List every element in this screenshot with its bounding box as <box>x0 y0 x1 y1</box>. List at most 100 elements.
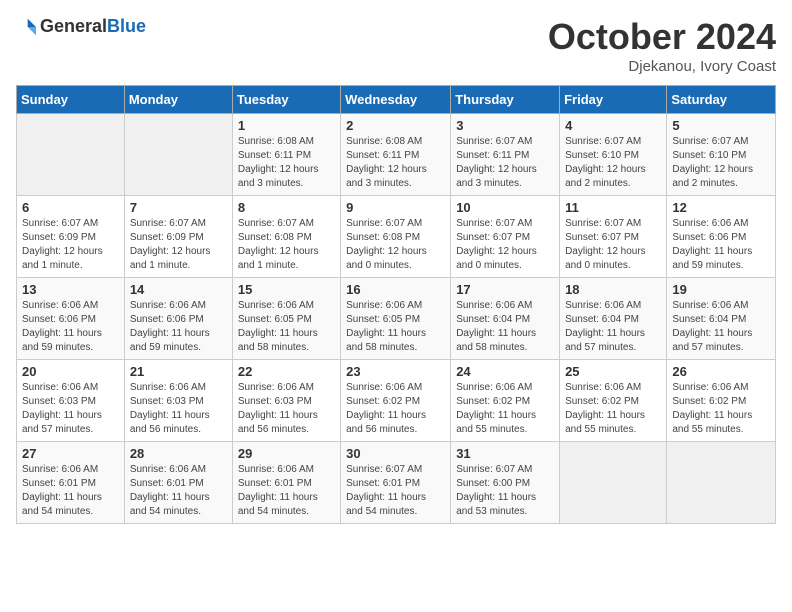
calendar-cell: 3 Sunrise: 6:07 AMSunset: 6:11 PMDaylight… <box>451 114 560 196</box>
day-number: 7 <box>130 200 227 215</box>
calendar-cell: 24 Sunrise: 6:06 AMSunset: 6:02 PMDayligh… <box>451 360 560 442</box>
calendar-cell: 6Sunrise: 6:07 AMSunset: 6:09 PMDaylight… <box>17 196 125 278</box>
day-detail: Sunrise: 6:06 AMSunset: 6:04 PMDaylight:… <box>672 299 770 355</box>
day-number: 26 <box>672 364 770 379</box>
header-day: Friday <box>560 86 667 114</box>
calendar-cell <box>560 442 667 524</box>
logo-general: General <box>40 16 107 36</box>
day-number: 14 <box>130 282 227 297</box>
day-detail: Sunrise: 6:06 AMSunset: 6:02 PMDaylight:… <box>672 381 770 437</box>
day-detail: Sunrise: 6:06 AMSunset: 6:04 PMDaylight:… <box>456 299 554 355</box>
day-number: 2 <box>346 118 445 133</box>
day-detail: Sunrise: 6:07 AMSunset: 6:07 PMDaylight:… <box>565 217 661 273</box>
day-number: 9 <box>346 200 445 215</box>
calendar-week: 6 Sunrise: 6:07 AMSunset: 6:09 PMDaylight… <box>17 196 776 278</box>
day-number: 24 <box>456 364 554 379</box>
calendar-cell: 25 Sunrise: 6:06 AMSunset: 6:02 PMDayligh… <box>560 360 667 442</box>
calendar-cell: 28Sunrise: 6:06 AMSunset: 6:01 PMDayligh… <box>124 442 232 524</box>
calendar-cell: 7 Sunrise: 6:07 AMSunset: 6:09 PMDaylight… <box>124 196 232 278</box>
day-detail: Sunrise: 6:06 AMSunset: 6:01 PMDaylight:… <box>238 463 335 519</box>
day-number: 17 <box>456 282 554 297</box>
calendar-cell: 14 Sunrise: 6:06 AMSunset: 6:06 PMDayligh… <box>124 278 232 360</box>
calendar-cell: 10 Sunrise: 6:07 AMSunset: 6:07 PMDayligh… <box>451 196 560 278</box>
day-detail: Sunrise: 6:07 AMSunset: 6:10 PMDaylight:… <box>672 135 770 191</box>
day-number: 30 <box>346 446 445 461</box>
day-number: 8 <box>238 200 335 215</box>
title-block: October 2024 Djekanou, Ivory Coast <box>548 16 776 75</box>
day-number: 20 <box>22 364 119 379</box>
day-number: 27 <box>22 446 119 461</box>
day-number: 16 <box>346 282 445 297</box>
day-detail: Sunrise: 6:08 AMSunset: 6:11 PMDaylight:… <box>238 135 335 191</box>
calendar-cell: 17 Sunrise: 6:06 AMSunset: 6:04 PMDayligh… <box>451 278 560 360</box>
header-day: Wednesday <box>341 86 451 114</box>
day-number: 23 <box>346 364 445 379</box>
day-detail: Sunrise: 6:08 AMSunset: 6:11 PMDaylight:… <box>346 135 445 191</box>
day-number: 5 <box>672 118 770 133</box>
calendar-table: SundayMondayTuesdayWednesdayThursdayFrid… <box>16 85 776 524</box>
header-day: Tuesday <box>232 86 340 114</box>
day-detail: Sunrise: 6:06 AMSunset: 6:05 PMDaylight:… <box>238 299 335 355</box>
header-day: Thursday <box>451 86 560 114</box>
day-number: 18 <box>565 282 661 297</box>
day-detail: Sunrise: 6:06 AMSunset: 6:02 PMDaylight:… <box>346 381 445 437</box>
calendar-cell <box>124 114 232 196</box>
day-detail: Sunrise: 6:07 AMSunset: 6:11 PMDaylight:… <box>456 135 554 191</box>
calendar-cell: 31Sunrise: 6:07 AMSunset: 6:00 PMDayligh… <box>451 442 560 524</box>
header-day: Saturday <box>667 86 776 114</box>
calendar-week: 27 Sunrise: 6:06 AMSunset: 6:01 PMDayligh… <box>17 442 776 524</box>
calendar-body: 1 Sunrise: 6:08 AMSunset: 6:11 PMDaylight… <box>17 114 776 524</box>
calendar-cell <box>667 442 776 524</box>
calendar-cell: 26 Sunrise: 6:06 AMSunset: 6:02 PMDayligh… <box>667 360 776 442</box>
day-number: 1 <box>238 118 335 133</box>
calendar-cell: 15 Sunrise: 6:06 AMSunset: 6:05 PMDayligh… <box>232 278 340 360</box>
day-detail: Sunrise: 6:06 AMSunset: 6:02 PMDaylight:… <box>456 381 554 437</box>
day-detail: Sunrise: 6:07 AMSunset: 6:08 PMDaylight:… <box>238 217 335 273</box>
calendar-cell: 5 Sunrise: 6:07 AMSunset: 6:10 PMDaylight… <box>667 114 776 196</box>
day-detail: Sunrise: 6:07 AMSunset: 6:07 PMDaylight:… <box>456 217 554 273</box>
calendar-cell: 11Sunrise: 6:07 AMSunset: 6:07 PMDayligh… <box>560 196 667 278</box>
calendar-cell: 20Sunrise: 6:06 AMSunset: 6:03 PMDayligh… <box>17 360 125 442</box>
day-detail: Sunrise: 6:06 AMSunset: 6:06 PMDaylight:… <box>130 299 227 355</box>
calendar-week: 13 Sunrise: 6:06 AMSunset: 6:06 PMDayligh… <box>17 278 776 360</box>
calendar-cell: 29 Sunrise: 6:06 AMSunset: 6:01 PMDayligh… <box>232 442 340 524</box>
day-detail: Sunrise: 6:07 AMSunset: 6:09 PMDaylight:… <box>130 217 227 273</box>
calendar-cell: 21 Sunrise: 6:06 AMSunset: 6:03 PMDayligh… <box>124 360 232 442</box>
day-number: 13 <box>22 282 119 297</box>
calendar-week: 20 Sunrise: 6:06 AMSunset: 6:03 PMDayligh… <box>17 360 776 442</box>
calendar-cell: 1 Sunrise: 6:08 AMSunset: 6:11 PMDaylight… <box>232 114 340 196</box>
page-header: GeneralBlue October 2024 Djekanou, Ivory… <box>16 16 776 75</box>
day-detail: Sunrise: 6:06 AMSunset: 6:04 PMDaylight:… <box>565 299 661 355</box>
day-detail: Sunrise: 6:06 AMSunset: 6:03 PMDaylight:… <box>238 381 335 437</box>
day-detail: Sunrise: 6:07 AMSunset: 6:08 PMDaylight:… <box>346 217 445 273</box>
day-detail: Sunrise: 6:07 AMSunset: 6:00 PMDaylight:… <box>456 463 554 519</box>
logo-icon <box>16 17 36 37</box>
calendar-cell: 4Sunrise: 6:07 AMSunset: 6:10 PMDaylight… <box>560 114 667 196</box>
calendar-week: 1 Sunrise: 6:08 AMSunset: 6:11 PMDaylight… <box>17 114 776 196</box>
calendar-cell: 2 Sunrise: 6:08 AMSunset: 6:11 PMDaylight… <box>341 114 451 196</box>
header-day: Sunday <box>17 86 125 114</box>
day-number: 10 <box>456 200 554 215</box>
day-number: 25 <box>565 364 661 379</box>
day-number: 3 <box>456 118 554 133</box>
header-row: SundayMondayTuesdayWednesdayThursdayFrid… <box>17 86 776 114</box>
day-number: 21 <box>130 364 227 379</box>
day-detail: Sunrise: 6:06 AMSunset: 6:03 PMDaylight:… <box>130 381 227 437</box>
day-detail: Sunrise: 6:06 AMSunset: 6:06 PMDaylight:… <box>22 299 119 355</box>
header-day: Monday <box>124 86 232 114</box>
day-number: 6 <box>22 200 119 215</box>
calendar-cell: 18 Sunrise: 6:06 AMSunset: 6:04 PMDayligh… <box>560 278 667 360</box>
logo: GeneralBlue <box>16 16 146 37</box>
day-detail: Sunrise: 6:06 AMSunset: 6:06 PMDaylight:… <box>672 217 770 273</box>
day-number: 15 <box>238 282 335 297</box>
month-title: October 2024 <box>548 16 776 58</box>
day-detail: Sunrise: 6:06 AMSunset: 6:02 PMDaylight:… <box>565 381 661 437</box>
day-number: 4 <box>565 118 661 133</box>
calendar-cell: 22Sunrise: 6:06 AMSunset: 6:03 PMDayligh… <box>232 360 340 442</box>
calendar-cell: 19 Sunrise: 6:06 AMSunset: 6:04 PMDayligh… <box>667 278 776 360</box>
calendar-cell: 16Sunrise: 6:06 AMSunset: 6:05 PMDayligh… <box>341 278 451 360</box>
calendar-cell: 30Sunrise: 6:07 AMSunset: 6:01 PMDayligh… <box>341 442 451 524</box>
day-number: 19 <box>672 282 770 297</box>
location-title: Djekanou, Ivory Coast <box>548 58 776 75</box>
day-number: 29 <box>238 446 335 461</box>
